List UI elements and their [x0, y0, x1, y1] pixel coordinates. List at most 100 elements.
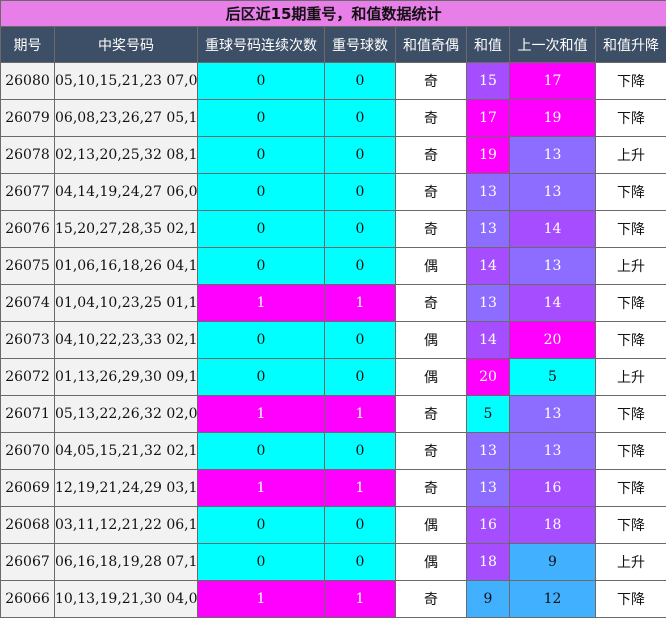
cell-prev-sum: 20: [510, 322, 596, 359]
cell-parity: 奇: [396, 581, 467, 618]
cell-trend: 下降: [596, 211, 666, 248]
cell-trend: 下降: [596, 581, 666, 618]
cell-period: 26073: [1, 322, 55, 359]
cell-period: 26070: [1, 433, 55, 470]
cell-parity: 偶: [396, 507, 467, 544]
table-row: 2607105,13,22,26,32 02,0311奇513下降: [1, 396, 666, 433]
header-repeat: 重号球数: [325, 27, 396, 63]
cell-trend: 上升: [596, 359, 666, 396]
cell-trend: 上升: [596, 137, 666, 174]
cell-trend: 下降: [596, 100, 666, 137]
cell-trend: 下降: [596, 63, 666, 100]
cell-parity: 奇: [396, 211, 467, 248]
cell-period: 26068: [1, 507, 55, 544]
header-period: 期号: [1, 27, 55, 63]
cell-trend: 下降: [596, 396, 666, 433]
cell-trend: 下降: [596, 174, 666, 211]
cell-period: 26074: [1, 285, 55, 322]
table-row: 2607304,10,22,23,33 02,1200偶1420下降: [1, 322, 666, 359]
cell-repeat: 0: [325, 100, 396, 137]
cell-sum: 14: [467, 322, 510, 359]
header-sum: 和值: [467, 27, 510, 63]
cell-consecutive: 0: [198, 322, 325, 359]
cell-consecutive: 0: [198, 63, 325, 100]
cell-numbers: 06,16,18,19,28 07,11: [55, 544, 198, 581]
cell-parity: 奇: [396, 470, 467, 507]
cell-consecutive: 0: [198, 433, 325, 470]
cell-consecutive: 1: [198, 470, 325, 507]
cell-sum: 13: [467, 470, 510, 507]
cell-period: 26080: [1, 63, 55, 100]
cell-consecutive: 0: [198, 544, 325, 581]
cell-parity: 奇: [396, 100, 467, 137]
cell-period: 26071: [1, 396, 55, 433]
cell-parity: 奇: [396, 137, 467, 174]
cell-prev-sum: 18: [510, 507, 596, 544]
cell-parity: 奇: [396, 433, 467, 470]
table-row: 2607906,08,23,26,27 05,1200奇1719下降: [1, 100, 666, 137]
table-row: 2607501,06,16,18,26 04,1000偶1413上升: [1, 248, 666, 285]
cell-numbers: 05,10,15,21,23 07,08: [55, 63, 198, 100]
cell-prev-sum: 17: [510, 63, 596, 100]
header-trend: 和值升降: [596, 27, 666, 63]
cell-consecutive: 0: [198, 174, 325, 211]
cell-numbers: 01,04,10,23,25 01,12: [55, 285, 198, 322]
cell-prev-sum: 5: [510, 359, 596, 396]
cell-numbers: 01,06,16,18,26 04,10: [55, 248, 198, 285]
cell-period: 26077: [1, 174, 55, 211]
cell-prev-sum: 9: [510, 544, 596, 581]
table-row: 2607401,04,10,23,25 01,1211奇1314下降: [1, 285, 666, 322]
cell-prev-sum: 19: [510, 100, 596, 137]
table-row: 2607704,14,19,24,27 06,0700奇1313下降: [1, 174, 666, 211]
cell-prev-sum: 13: [510, 174, 596, 211]
cell-sum: 17: [467, 100, 510, 137]
cell-period: 26075: [1, 248, 55, 285]
cell-prev-sum: 12: [510, 581, 596, 618]
cell-trend: 下降: [596, 433, 666, 470]
cell-parity: 奇: [396, 174, 467, 211]
cell-period: 26079: [1, 100, 55, 137]
cell-sum: 19: [467, 137, 510, 174]
cell-consecutive: 1: [198, 396, 325, 433]
cell-numbers: 05,13,22,26,32 02,03: [55, 396, 198, 433]
cell-consecutive: 1: [198, 285, 325, 322]
cell-consecutive: 0: [198, 507, 325, 544]
cell-sum: 5: [467, 396, 510, 433]
cell-sum: 13: [467, 285, 510, 322]
cell-numbers: 15,20,27,28,35 02,11: [55, 211, 198, 248]
cell-repeat: 0: [325, 211, 396, 248]
cell-trend: 下降: [596, 470, 666, 507]
cell-parity: 偶: [396, 359, 467, 396]
cell-numbers: 06,08,23,26,27 05,12: [55, 100, 198, 137]
table-row: 2607615,20,27,28,35 02,1100奇1314下降: [1, 211, 666, 248]
cell-parity: 奇: [396, 63, 467, 100]
cell-numbers: 02,13,20,25,32 08,11: [55, 137, 198, 174]
table-row: 2607004,05,15,21,32 02,1100奇1313下降: [1, 433, 666, 470]
cell-consecutive: 0: [198, 248, 325, 285]
cell-repeat: 0: [325, 248, 396, 285]
cell-repeat: 1: [325, 470, 396, 507]
cell-prev-sum: 14: [510, 211, 596, 248]
header-numbers: 中奖号码: [55, 27, 198, 63]
cell-repeat: 0: [325, 322, 396, 359]
cell-consecutive: 0: [198, 100, 325, 137]
table-row: 2606706,16,18,19,28 07,1100偶189上升: [1, 544, 666, 581]
cell-numbers: 04,14,19,24,27 06,07: [55, 174, 198, 211]
cell-sum: 18: [467, 544, 510, 581]
cell-sum: 13: [467, 174, 510, 211]
stats-table: 后区近15期重号，和值数据统计 期号 中奖号码 重球号码连续次数 重号球数 和值…: [0, 0, 666, 618]
cell-prev-sum: 13: [510, 433, 596, 470]
header-prev-sum: 上一次和值: [510, 27, 596, 63]
cell-trend: 上升: [596, 248, 666, 285]
cell-repeat: 0: [325, 507, 396, 544]
cell-period: 26072: [1, 359, 55, 396]
table-body: 2608005,10,15,21,23 07,0800奇1517下降260790…: [1, 63, 666, 618]
cell-consecutive: 1: [198, 581, 325, 618]
cell-numbers: 12,19,21,24,29 03,10: [55, 470, 198, 507]
cell-parity: 偶: [396, 322, 467, 359]
cell-sum: 20: [467, 359, 510, 396]
cell-sum: 16: [467, 507, 510, 544]
cell-repeat: 0: [325, 137, 396, 174]
header-consecutive: 重球号码连续次数: [198, 27, 325, 63]
cell-sum: 13: [467, 433, 510, 470]
